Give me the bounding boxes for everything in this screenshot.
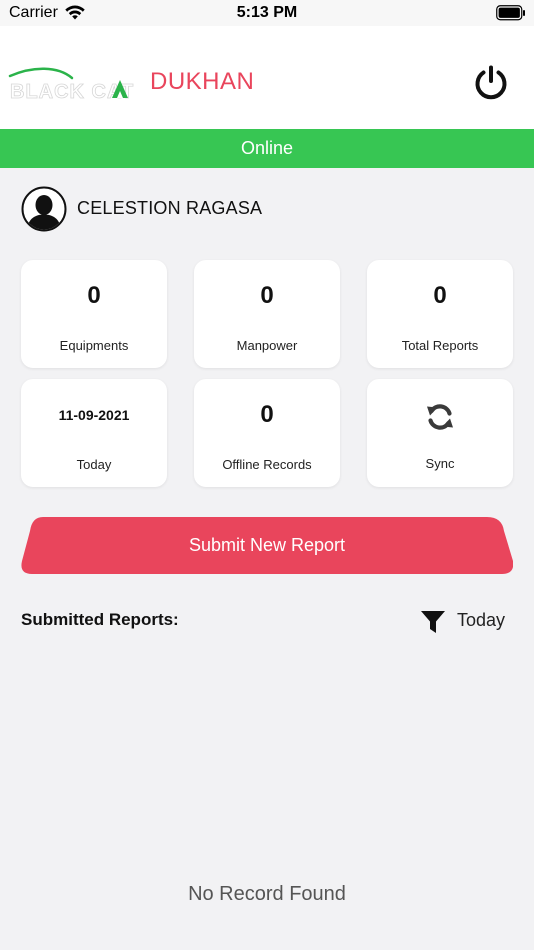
submit-new-report-button[interactable]: Submit New Report: [21, 517, 513, 574]
equipments-label: Equipments: [59, 338, 129, 353]
offline-records-count: 0: [260, 401, 274, 428]
battery-icon: [496, 5, 525, 21]
user-name: CELESTION RAGASA: [77, 198, 263, 218]
submitted-reports-heading: Submitted Reports:: [21, 610, 179, 629]
clock: 5:13 PM: [236, 4, 298, 21]
offline-records-card[interactable]: 0 Offline Records: [194, 379, 340, 487]
offline-records-label: Offline Records: [222, 457, 312, 472]
app-header: BLACK CAT DUKHAN: [0, 26, 534, 129]
filter-icon: [421, 611, 445, 633]
today-card[interactable]: 11-09-2021 Today: [21, 379, 167, 487]
empty-state-message: No Record Found: [188, 883, 346, 905]
sync-card[interactable]: Sync: [367, 379, 513, 487]
total-reports-label: Total Reports: [401, 338, 479, 353]
site-title: DUKHAN: [150, 68, 255, 95]
today-date: 11-09-2021: [58, 407, 130, 423]
equipments-count: 0: [87, 282, 101, 309]
today-label: Today: [76, 457, 112, 472]
total-reports-card[interactable]: 0 Total Reports: [367, 260, 513, 368]
black-cat-logo: BLACK CAT: [8, 67, 134, 103]
status-bar: Carrier 5:13 PM: [0, 0, 534, 26]
total-reports-count: 0: [433, 282, 447, 309]
manpower-label: Manpower: [236, 338, 298, 353]
date-filter[interactable]: Today: [421, 608, 513, 634]
sync-icon[interactable]: [424, 401, 456, 433]
manpower-count: 0: [260, 282, 274, 309]
filter-label: Today: [457, 610, 506, 630]
user-avatar-icon: [21, 186, 67, 232]
manpower-card[interactable]: 0 Manpower: [194, 260, 340, 368]
sync-label: Sync: [425, 456, 455, 471]
power-icon[interactable]: [472, 64, 510, 102]
connection-status-banner: Online: [0, 129, 534, 168]
submit-button-label: Submit New Report: [188, 535, 346, 555]
equipments-card[interactable]: 0 Equipments: [21, 260, 167, 368]
